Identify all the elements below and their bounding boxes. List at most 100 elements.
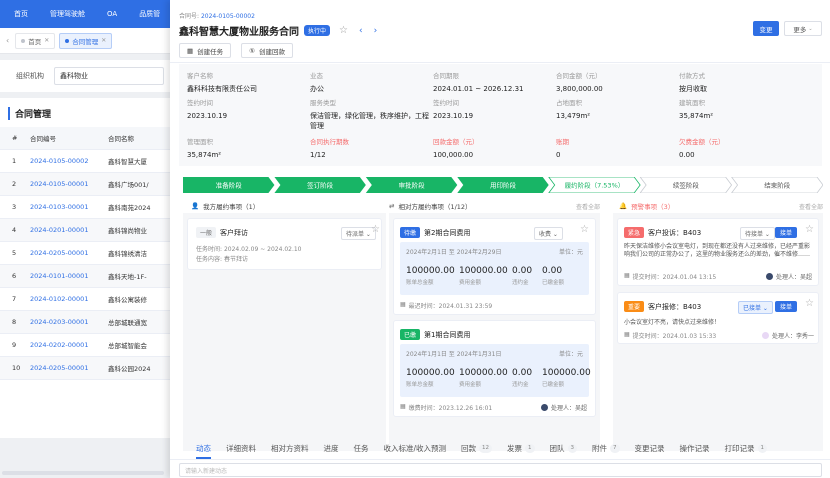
table-row[interactable]: 3 2024-0103-00001 鑫科南苑2024 xyxy=(0,195,170,219)
nav-item-cockpit[interactable]: 管理驾驶舱 xyxy=(50,9,85,19)
contract-name: 总部城联通宽 xyxy=(108,310,170,334)
contract-code-link[interactable]: 2024-0205-00001 xyxy=(30,241,108,265)
contract-code-link[interactable]: 2024-0202-00001 xyxy=(30,333,108,357)
accept-button[interactable]: 接单 xyxy=(775,227,798,238)
fee-amount-label: 费用金额 xyxy=(459,382,482,388)
detail-tab[interactable]: 相对方资料 xyxy=(271,437,309,459)
view-all-link[interactable]: 查看全部 xyxy=(576,202,600,211)
warnings-title: 预警事项（3） xyxy=(631,203,675,211)
tab-home[interactable]: 首页 ✕ xyxy=(15,32,56,49)
detail-tab-label: 相对方资料 xyxy=(271,443,309,453)
contract-number-line: 合同号: 2024-0105-00002 xyxy=(179,11,255,20)
tabs-scroll-left-icon[interactable]: ‹ xyxy=(6,36,9,45)
info-field: 合同期限 2024.01.01 ~ 2026.12.31 xyxy=(433,70,553,94)
horizontal-scrollbar[interactable] xyxy=(2,471,164,475)
detail-tab[interactable]: 详细资料 xyxy=(226,437,256,459)
row-number: 6 xyxy=(0,264,30,288)
detail-tab[interactable]: 发票 1 xyxy=(507,437,535,459)
detail-tab[interactable]: 动态 xyxy=(196,437,211,459)
action-dropdown[interactable]: 收费 ⌄ xyxy=(534,227,563,240)
detail-tab[interactable]: 回款 12 xyxy=(461,437,493,459)
detail-tab[interactable]: 任务 xyxy=(354,437,369,459)
contract-title: 鑫科智慧大厦物业服务合同 xyxy=(179,27,299,38)
table-row[interactable]: 5 2024-0205-00001 鑫科锦绣清洁 xyxy=(0,241,170,265)
star-icon[interactable]: ☆ xyxy=(339,25,348,36)
org-select[interactable]: 鑫科物业 xyxy=(54,67,164,85)
fee-card[interactable]: 待缴 第2期合同费用 收费 ⌄ ☆ 2024年2月1日 至 2024年2月29日… xyxy=(393,218,596,315)
change-button[interactable]: 变更 xyxy=(753,21,779,36)
contract-name: 鑫科锦尚物业 xyxy=(108,218,170,242)
table-row[interactable]: 7 2024-0102-00001 鑫科公寓装修 xyxy=(0,287,170,311)
table-row[interactable]: 1 2024-0105-00002 鑫科智慧大厦 xyxy=(0,149,170,173)
star-icon[interactable]: ☆ xyxy=(371,224,380,235)
create-payment-button[interactable]: ⑤ 创建回款 xyxy=(241,43,293,58)
detail-tab[interactable]: 附件 7 xyxy=(592,437,620,459)
task-content: 任务内容: 春节拜访 xyxy=(196,254,248,263)
info-field-value: 2024.01.01 ~ 2026.12.31 xyxy=(433,85,524,93)
contract-code-link[interactable]: 2024-0105-00001 xyxy=(30,172,108,196)
detail-tab[interactable]: 进度 xyxy=(324,437,339,459)
detail-tab[interactable]: 打印记录 1 xyxy=(725,437,768,459)
detail-tab[interactable]: 收入标准/收入预测 xyxy=(384,437,447,459)
handler-name: 处理人：吴超 xyxy=(551,405,588,412)
info-field: 管理面积 35,874m² xyxy=(187,136,307,160)
table-row[interactable]: 10 2024-0205-00001 鑫科公园2024 xyxy=(0,356,170,380)
nav-item-oa[interactable]: OA xyxy=(107,10,117,18)
detail-tab[interactable]: 变更记录 xyxy=(635,437,665,459)
info-field-value: 3,800,000.00 xyxy=(556,85,603,93)
detail-tab-label: 发票 xyxy=(507,443,523,453)
detail-tab[interactable]: 团队 3 xyxy=(550,437,578,459)
close-icon[interactable]: ✕ xyxy=(101,37,106,44)
calendar-icon: ▦ xyxy=(624,331,630,338)
contract-code-link[interactable]: 2024-0105-00002 xyxy=(30,149,108,173)
row-number: 7 xyxy=(0,287,30,311)
top-navigation: 首页 管理驾驶舱 OA 品质管 xyxy=(0,0,170,28)
info-field-value: 13,479m² xyxy=(556,112,591,120)
payment-status-tag: 待缴 xyxy=(400,227,421,238)
contract-name: 鑫科天地-1F- xyxy=(108,264,170,288)
fee-amount: 100000.00 xyxy=(459,368,508,378)
info-field-label: 业态 xyxy=(310,72,323,80)
table-row[interactable]: 6 2024-0101-00001 鑫科天地-1F- xyxy=(0,264,170,288)
star-icon[interactable]: ☆ xyxy=(805,224,814,235)
next-arrow-icon[interactable]: › xyxy=(374,26,378,36)
close-icon[interactable]: ✕ xyxy=(44,37,49,44)
warning-card[interactable]: 重要 客户报修：B403 已接单 ⌄ 接单 ☆ 小会议室灯不亮，请快点过来维修！… xyxy=(617,292,819,344)
deadline-text: 最迟时间：2024.01.31 23:59 xyxy=(408,303,493,310)
nav-item-quality[interactable]: 品质管 xyxy=(139,9,160,19)
obligation-card[interactable]: 一般 客户拜访 待派单 ⌄ ☆ 任务时间: 2024.02.09 ~ 2024.… xyxy=(187,218,382,270)
status-dropdown[interactable]: 待接单 ⌄ xyxy=(740,227,775,240)
tab-label: 合同管理 xyxy=(72,37,99,46)
star-icon[interactable]: ☆ xyxy=(805,298,814,309)
info-field: 建筑面积 35,874m² xyxy=(679,97,799,121)
star-icon[interactable]: ☆ xyxy=(580,224,589,235)
tab-contract-management[interactable]: 合同管理 ✕ xyxy=(59,32,113,49)
accept-button[interactable]: 接单 xyxy=(775,301,798,312)
contract-code-link[interactable]: 2024-0101-00001 xyxy=(30,264,108,288)
table-row[interactable]: 8 2024-0203-00001 总部城联通宽 xyxy=(0,310,170,334)
table-row[interactable]: 9 2024-0202-00001 总部城智能会 xyxy=(0,333,170,357)
warning-title: 客户报修：B403 xyxy=(648,302,702,311)
fee-card[interactable]: 已缴 第1期合同费用 2024年1月1日 至 2024年1月31日 单位：元 1… xyxy=(393,320,596,417)
table-row[interactable]: 2 2024-0105-00001 鑫科广场001/ xyxy=(0,172,170,196)
create-task-button[interactable]: ▦ 创建任务 xyxy=(179,43,232,58)
more-button[interactable]: 更多 ⌄ xyxy=(784,21,822,36)
calendar-icon: ▦ xyxy=(400,403,406,410)
new-dynamic-input[interactable]: 请输入新建动态 xyxy=(179,463,822,477)
warning-card[interactable]: 紧急 客户投诉：B403 待接单 ⌄ 接单 ☆ 昨天保洁维修小会议室电灯，到现在… xyxy=(617,218,819,286)
contract-code-link[interactable]: 2024-0205-00001 xyxy=(30,356,108,380)
page-tab-bar: ‹ 首页 ✕ 合同管理 ✕ xyxy=(0,28,170,54)
view-all-link[interactable]: 查看全部 xyxy=(799,202,823,211)
contract-code-link[interactable]: 2024-0102-00001 xyxy=(30,287,108,311)
contract-code-link[interactable]: 2024-0203-00001 xyxy=(30,310,108,334)
previous-arrow-icon[interactable]: ‹ xyxy=(359,26,363,36)
contract-code-link[interactable]: 2024-0103-00001 xyxy=(30,195,108,219)
unit-label: 单位：元 xyxy=(558,351,583,358)
table-row[interactable]: 4 2024-0201-00001 鑫科锦尚物业 xyxy=(0,218,170,242)
contract-code-link[interactable]: 2024-0201-00001 xyxy=(30,218,108,242)
info-field-label: 签约时间 xyxy=(187,99,213,107)
detail-tab[interactable]: 操作记录 xyxy=(680,437,710,459)
status-dropdown[interactable]: 已接单 ⌄ xyxy=(738,301,773,314)
warnings-column: 紧急 客户投诉：B403 待接单 ⌄ 接单 ☆ 昨天保洁维修小会议室电灯，到现在… xyxy=(613,213,823,451)
nav-item-home[interactable]: 首页 xyxy=(14,9,28,19)
